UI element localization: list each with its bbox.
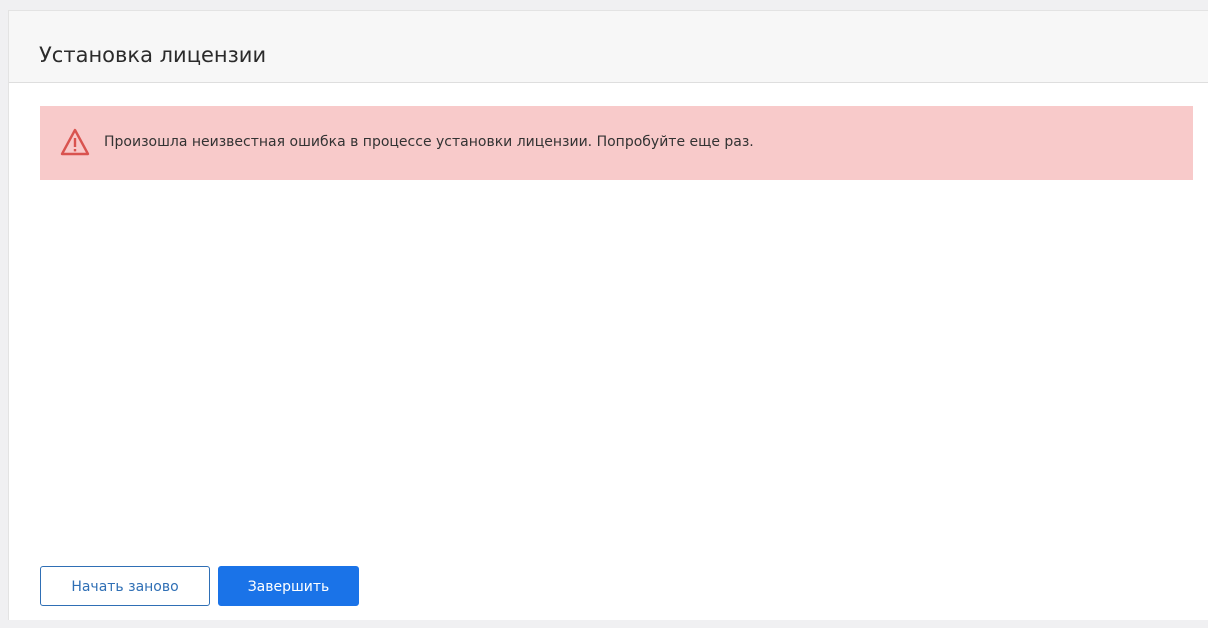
error-alert: Произошла неизвестная ошибка в процессе … — [40, 106, 1193, 180]
restart-button[interactable]: Начать заново — [40, 566, 210, 606]
warning-triangle-icon — [60, 128, 90, 156]
license-install-window: Установка лицензии Произошла неизвестная… — [8, 10, 1208, 620]
error-message: Произошла неизвестная ошибка в процессе … — [104, 134, 754, 150]
window-header: Установка лицензии — [9, 11, 1208, 83]
page-title: Установка лицензии — [39, 43, 267, 67]
finish-button[interactable]: Завершить — [218, 566, 359, 606]
